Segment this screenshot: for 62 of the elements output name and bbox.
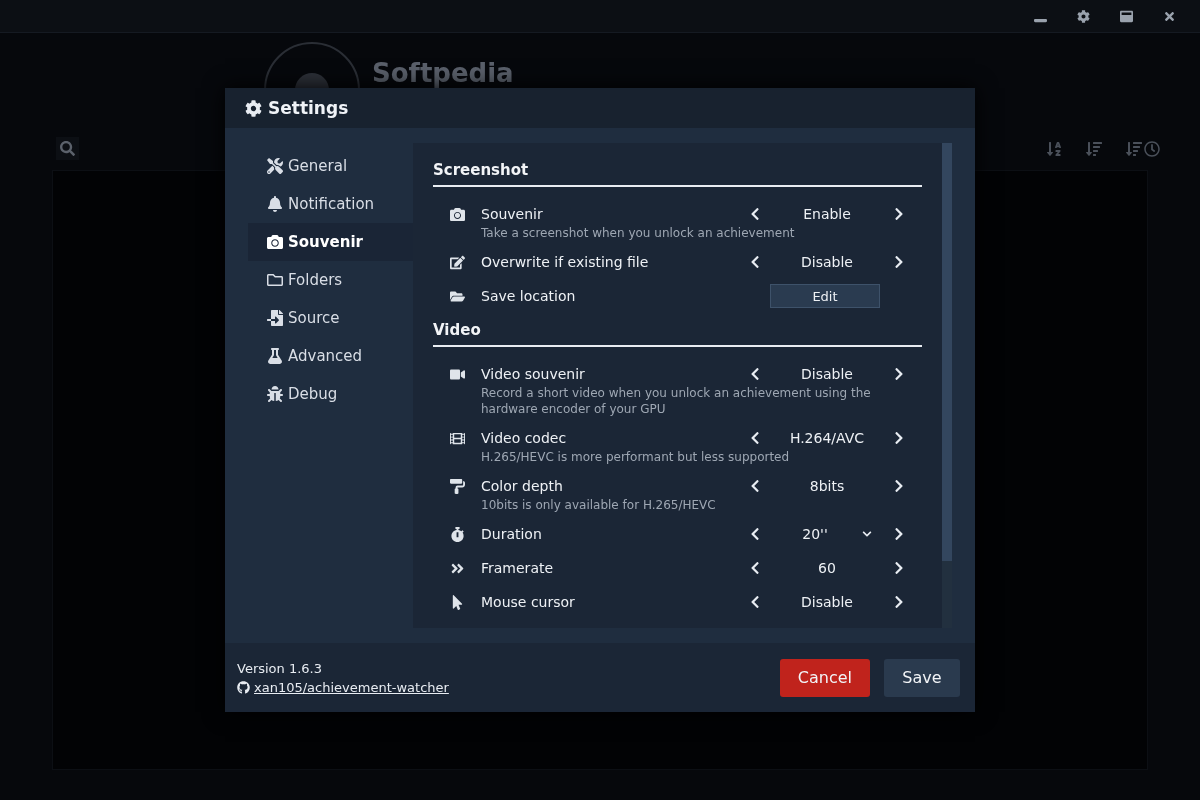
setting-description: H.265/HEVC is more performant but less supported — [481, 449, 791, 466]
sidebar-label: Source — [288, 309, 340, 327]
bell-icon — [266, 196, 284, 212]
sidebar-label: Advanced — [288, 347, 363, 365]
setting-label: Duration — [481, 526, 543, 542]
option-value: 20'' — [801, 526, 829, 542]
sidebar-item[interactable]: Folders — [248, 261, 413, 299]
github-icon — [237, 680, 250, 694]
sort-time-icon[interactable] — [1126, 140, 1160, 157]
setting-label: Overwrite if existing file — [481, 254, 650, 270]
sidebar-label: General — [288, 157, 348, 175]
option-value: Disable — [800, 254, 854, 270]
tools-icon — [266, 158, 284, 174]
sidebar-label: Debug — [288, 385, 338, 403]
save-button[interactable]: Save — [884, 658, 960, 697]
caret-icon[interactable] — [862, 529, 872, 539]
maximize-icon[interactable] — [1120, 9, 1133, 23]
setting-description: Take a screenshot when you unlock an achievement — [481, 225, 796, 242]
settings-icon — [245, 99, 262, 117]
option-value: Enable — [802, 206, 852, 222]
version-text: Version 1.6.3 — [237, 660, 323, 676]
search-icon[interactable] — [56, 137, 79, 160]
option-value: 8bits — [808, 478, 846, 494]
settings-icon[interactable] — [1077, 9, 1090, 23]
setting-label: Save location — [481, 288, 577, 304]
section-title: Video — [433, 321, 922, 347]
option-value: Disable — [800, 594, 854, 610]
setting-label: Framerate — [481, 560, 555, 576]
setting-description: 10bits is only available for H.265/HEVC — [481, 497, 717, 514]
sidebar-label: Folders — [288, 271, 343, 289]
setting-label: Souvenir — [481, 206, 544, 222]
sidebar-item[interactable]: Souvenir — [248, 223, 413, 261]
scrollbar[interactable] — [942, 143, 952, 628]
file-import-icon — [266, 310, 284, 326]
sidebar-item[interactable]: General — [248, 147, 413, 185]
sidebar-label: Notification — [288, 195, 375, 213]
close-icon[interactable] — [1163, 9, 1176, 23]
bug-icon — [266, 386, 284, 402]
option-value: 60 — [817, 560, 837, 576]
sidebar-item[interactable]: Source — [248, 299, 413, 337]
folder-icon — [266, 272, 284, 288]
setting-label: Color depth — [481, 478, 564, 494]
setting-label: Video souvenir — [481, 366, 586, 382]
repository-link[interactable]: xan105/achievement-watcher — [254, 679, 449, 695]
dialog-title: Settings — [268, 98, 349, 118]
profile-name: Softpedia — [372, 58, 514, 88]
section-title: Screenshot — [433, 161, 922, 187]
sort-alpha-icon[interactable] — [1046, 140, 1062, 157]
camera-icon — [266, 234, 284, 250]
setting-label: Mouse cursor — [481, 594, 576, 610]
sidebar-item[interactable]: Debug — [248, 375, 413, 413]
sidebar-item[interactable]: Notification — [248, 185, 413, 223]
cancel-button[interactable]: Cancel — [779, 658, 870, 697]
sidebar-label: Souvenir — [288, 233, 363, 251]
setting-label: Video codec — [481, 430, 568, 446]
sort-amount-icon[interactable] — [1086, 140, 1102, 157]
option-value: Disable — [800, 366, 854, 382]
edit-button[interactable]: Edit — [770, 284, 880, 308]
sidebar-item[interactable]: Advanced — [248, 337, 413, 375]
option-value: H.264/AVC — [788, 430, 866, 446]
setting-description: Record a short video when you unlock an achievement using the hardware encoder of your GPU — [481, 385, 872, 418]
flask-icon — [266, 348, 284, 364]
